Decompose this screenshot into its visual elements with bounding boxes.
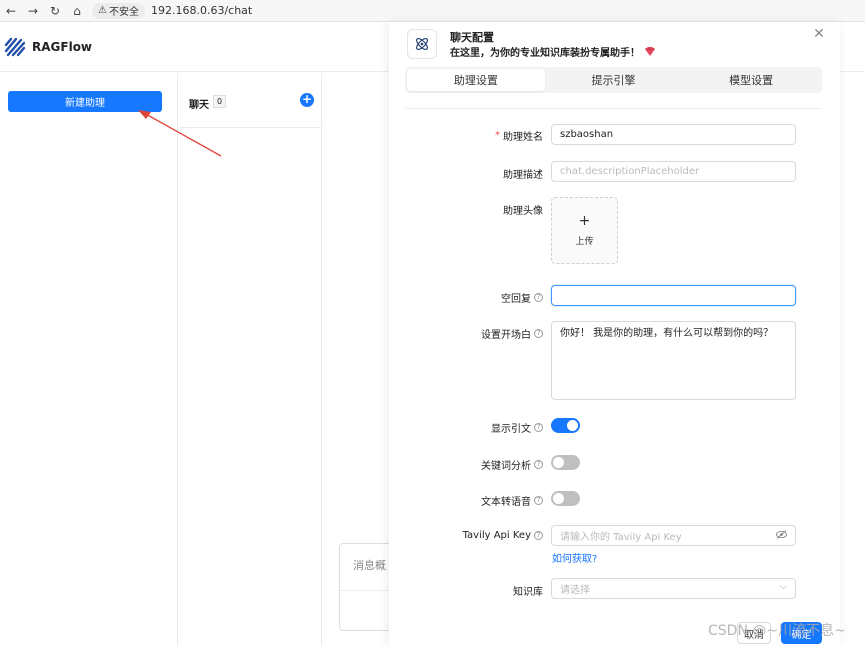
kb-label: 知识库 — [513, 587, 543, 598]
chat-list-header: 聊天 0 + — [179, 73, 322, 128]
reload-icon[interactable]: ↻ — [44, 0, 66, 22]
description-input[interactable]: chat.descriptionPlaceholder — [551, 161, 796, 182]
show-quote-label-text: 显示引文 — [491, 424, 531, 435]
eye-slash-icon[interactable] — [776, 530, 787, 542]
keyword-label: 关键词分析 ? — [481, 457, 543, 472]
how-to-get-link[interactable]: 如何获取? — [552, 550, 597, 565]
avatar-label: 助理头像 — [503, 206, 543, 217]
description-label: 助理描述 — [503, 170, 543, 181]
address-bar[interactable]: ⚠ 不安全 192.168.0.63/chat — [92, 2, 252, 20]
back-icon[interactable]: ← — [0, 0, 22, 22]
empty-reply-input[interactable] — [551, 285, 796, 306]
tabs-divider — [405, 108, 822, 109]
tts-toggle[interactable] — [551, 491, 580, 506]
settings-tabs: 助理设置 提示引擎 模型设置 — [405, 67, 822, 93]
close-icon[interactable]: ✕ — [812, 27, 826, 41]
heart-gem-icon — [645, 47, 655, 56]
assistant-name-input[interactable]: szbaoshan — [551, 124, 796, 145]
empty-reply-label: 空回复 ? — [501, 290, 543, 305]
plus-icon: + — [578, 213, 591, 229]
new-assistant-button[interactable]: 新建助理 — [8, 91, 162, 112]
modal-title: 聊天配置 — [450, 31, 494, 44]
chat-count-badge: 0 — [213, 95, 227, 108]
help-icon[interactable]: ? — [534, 423, 543, 432]
tts-label: 文本转语音 ? — [481, 493, 543, 508]
keyword-label-text: 关键词分析 — [481, 461, 531, 472]
upload-label: 上传 — [575, 237, 594, 247]
tavily-label: Tavily Api Key ? — [463, 530, 543, 541]
show-quote-label: 显示引文 ? — [491, 420, 543, 435]
tavily-placeholder: 请输入你的 Tavily Api Key — [560, 532, 682, 543]
tavily-api-key-input[interactable]: 请输入你的 Tavily Api Key — [551, 525, 796, 546]
tab-prompt-engine[interactable]: 提示引擎 — [545, 69, 683, 91]
empty-reply-label-text: 空回复 — [501, 294, 531, 305]
help-icon[interactable]: ? — [534, 329, 543, 338]
kb-placeholder: 请选择 — [560, 585, 590, 596]
tts-label-text: 文本转语音 — [481, 497, 531, 508]
insecure-label: 不安全 — [108, 7, 139, 18]
opener-label-text: 设置开场白 — [481, 330, 531, 341]
toggle-knob — [553, 457, 564, 468]
toggle-knob — [567, 420, 578, 431]
app-title: RAGFlow — [32, 40, 93, 54]
avatar-upload[interactable]: + 上传 — [551, 197, 618, 264]
csdn-watermark: CSDN @~川流不息~ — [708, 623, 846, 639]
opener-label: 设置开场白 ? — [481, 326, 543, 341]
forward-icon[interactable]: → — [22, 0, 44, 22]
toggle-knob — [553, 493, 564, 504]
chat-list-panel: 聊天 0 + — [179, 73, 322, 646]
tab-assistant-settings[interactable]: 助理设置 — [407, 69, 545, 91]
modal-subtitle: 在这里，为你的专业知识库装扮专属助手！ — [450, 44, 656, 59]
add-chat-icon[interactable]: + — [300, 93, 314, 107]
modal-subtitle-text: 在这里，为你的专业知识库装扮专属助手！ — [450, 48, 640, 59]
browser-toolbar: ← → ↻ ⌂ ⚠ 不安全 192.168.0.63/chat — [0, 0, 865, 22]
message-card-title: 消息概 — [353, 559, 386, 572]
atom-icon — [407, 29, 437, 59]
chevron-down-icon: ⌵ — [780, 582, 787, 592]
help-icon[interactable]: ? — [534, 496, 543, 505]
keyword-toggle[interactable] — [551, 455, 580, 470]
opener-textarea[interactable]: 你好！ 我是你的助理，有什么可以帮到你的吗？ — [551, 321, 796, 400]
help-icon[interactable]: ? — [534, 293, 543, 302]
security-badge[interactable]: ⚠ 不安全 — [92, 2, 145, 19]
required-mark: * — [495, 130, 500, 141]
show-quote-toggle[interactable] — [551, 418, 580, 433]
warning-icon: ⚠ — [98, 5, 107, 16]
chat-label: 聊天 — [189, 100, 209, 111]
help-icon[interactable]: ? — [534, 531, 543, 540]
name-label-text: 助理姓名 — [503, 132, 543, 143]
url-text[interactable]: 192.168.0.63/chat — [151, 4, 252, 17]
knowledge-base-select[interactable]: 请选择 ⌵ — [551, 578, 796, 599]
tavily-label-text: Tavily Api Key — [462, 530, 531, 541]
home-icon[interactable]: ⌂ — [66, 0, 88, 22]
tab-model-settings[interactable]: 模型设置 — [682, 69, 820, 91]
chat-config-modal: 聊天配置 在这里，为你的专业知识库装扮专属助手！ ✕ 助理设置 提示引擎 模型设… — [389, 22, 840, 646]
ragflow-logo-icon[interactable] — [4, 36, 26, 58]
name-label: * 助理姓名 — [495, 128, 543, 143]
assistant-sidebar: 新建助理 — [0, 73, 178, 646]
help-icon[interactable]: ? — [534, 460, 543, 469]
